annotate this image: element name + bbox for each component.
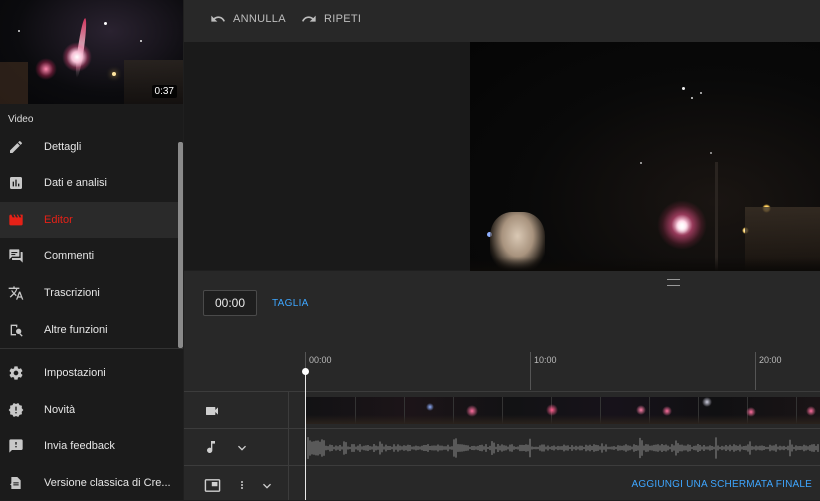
- video-camera-icon: [203, 402, 221, 420]
- ruler-divider: [184, 391, 820, 392]
- undo-icon: [211, 15, 225, 22]
- video-track-filmstrip[interactable]: [306, 397, 820, 424]
- sidebar-item-label: Novità: [44, 404, 76, 416]
- track-divider: [184, 428, 820, 429]
- sidebar-divider: [0, 348, 183, 349]
- sidebar-item-label: Impostazioni: [44, 367, 106, 379]
- add-end-screen-button[interactable]: AGGIUNGI UNA SCHERMATA FINALE: [632, 479, 812, 490]
- chevron-down-icon[interactable]: [234, 440, 250, 456]
- video-duration: 0:37: [151, 85, 177, 98]
- sidebar-item-analytics[interactable]: Dati e analisi: [0, 165, 178, 201]
- classic-version-icon: [8, 475, 24, 491]
- playhead-handle[interactable]: [302, 368, 309, 375]
- sidebar-item-label: Versione classica di Cre...: [44, 477, 171, 489]
- music-note-icon: [203, 438, 219, 456]
- sidebar: 0:37 Video Dettagli Dati e analisi Edito…: [0, 0, 183, 500]
- video-preview[interactable]: [470, 42, 820, 271]
- sidebar-item-label: Dettagli: [44, 141, 82, 153]
- redo-button[interactable]: RIPETI: [301, 10, 361, 28]
- timeline-ruler[interactable]: 00:00 10:00 20:00: [305, 352, 820, 390]
- sidebar-item-trascrizioni[interactable]: Trascrizioni: [0, 275, 178, 311]
- end-screen-icon: [203, 477, 221, 493]
- sidebar-section-label: Video: [8, 114, 34, 125]
- redo-label: RIPETI: [324, 13, 362, 25]
- sidebar-item-invia-feedback[interactable]: Invia feedback: [0, 428, 178, 464]
- sidebar-item-label: Commenti: [44, 250, 95, 262]
- analytics-icon: [8, 175, 24, 191]
- sidebar-item-altre-funzioni[interactable]: Altre funzioni: [0, 312, 178, 348]
- clapperboard-icon: [8, 212, 24, 228]
- pencil-icon: [8, 139, 24, 155]
- ruler-tick-label: 20:00: [759, 355, 782, 365]
- sidebar-item-label: Editor: [44, 214, 73, 226]
- ruler-tick: [530, 352, 531, 390]
- ruler-tick: [755, 352, 756, 390]
- resize-handle[interactable]: [667, 279, 680, 286]
- undo-label: ANNULLA: [233, 13, 286, 25]
- feedback-icon: [8, 438, 24, 454]
- alert-badge-icon: [8, 402, 24, 418]
- sidebar-item-label: Dati e analisi: [44, 177, 107, 189]
- audio-waveform[interactable]: [306, 433, 820, 463]
- sidebar-item-label: Trascrizioni: [44, 287, 100, 299]
- gear-icon: [8, 365, 24, 381]
- chevron-down-icon[interactable]: [259, 478, 275, 494]
- ruler-tick-label: 00:00: [309, 355, 332, 365]
- editor-toolbar: ANNULLA RIPETI: [184, 0, 820, 42]
- comment-icon: [8, 248, 24, 264]
- track-divider: [184, 465, 820, 466]
- redo-icon: [302, 15, 316, 22]
- more-features-icon: [8, 322, 24, 338]
- sidebar-scrollbar[interactable]: [178, 142, 183, 348]
- sidebar-item-dettagli[interactable]: Dettagli: [0, 129, 178, 165]
- video-thumbnail[interactable]: 0:37: [0, 0, 183, 104]
- undo-button[interactable]: ANNULLA: [210, 10, 286, 28]
- sidebar-item-versione-classica[interactable]: Versione classica di Cre...: [0, 465, 178, 501]
- more-vert-icon[interactable]: [236, 477, 248, 493]
- ruler-tick-label: 10:00: [534, 355, 557, 365]
- sidebar-item-label: Invia feedback: [44, 440, 115, 452]
- time-input[interactable]: [203, 290, 257, 316]
- sidebar-item-commenti[interactable]: Commenti: [0, 238, 178, 274]
- translate-icon: [8, 285, 24, 301]
- sidebar-item-novita[interactable]: Novità: [0, 392, 178, 428]
- track-header-divider: [288, 392, 289, 500]
- sidebar-item-label: Altre funzioni: [44, 324, 108, 336]
- sidebar-item-impostazioni[interactable]: Impostazioni: [0, 355, 178, 391]
- trim-button[interactable]: TAGLIA: [272, 298, 309, 309]
- playhead[interactable]: [305, 370, 306, 500]
- sidebar-item-editor[interactable]: Editor: [0, 202, 178, 238]
